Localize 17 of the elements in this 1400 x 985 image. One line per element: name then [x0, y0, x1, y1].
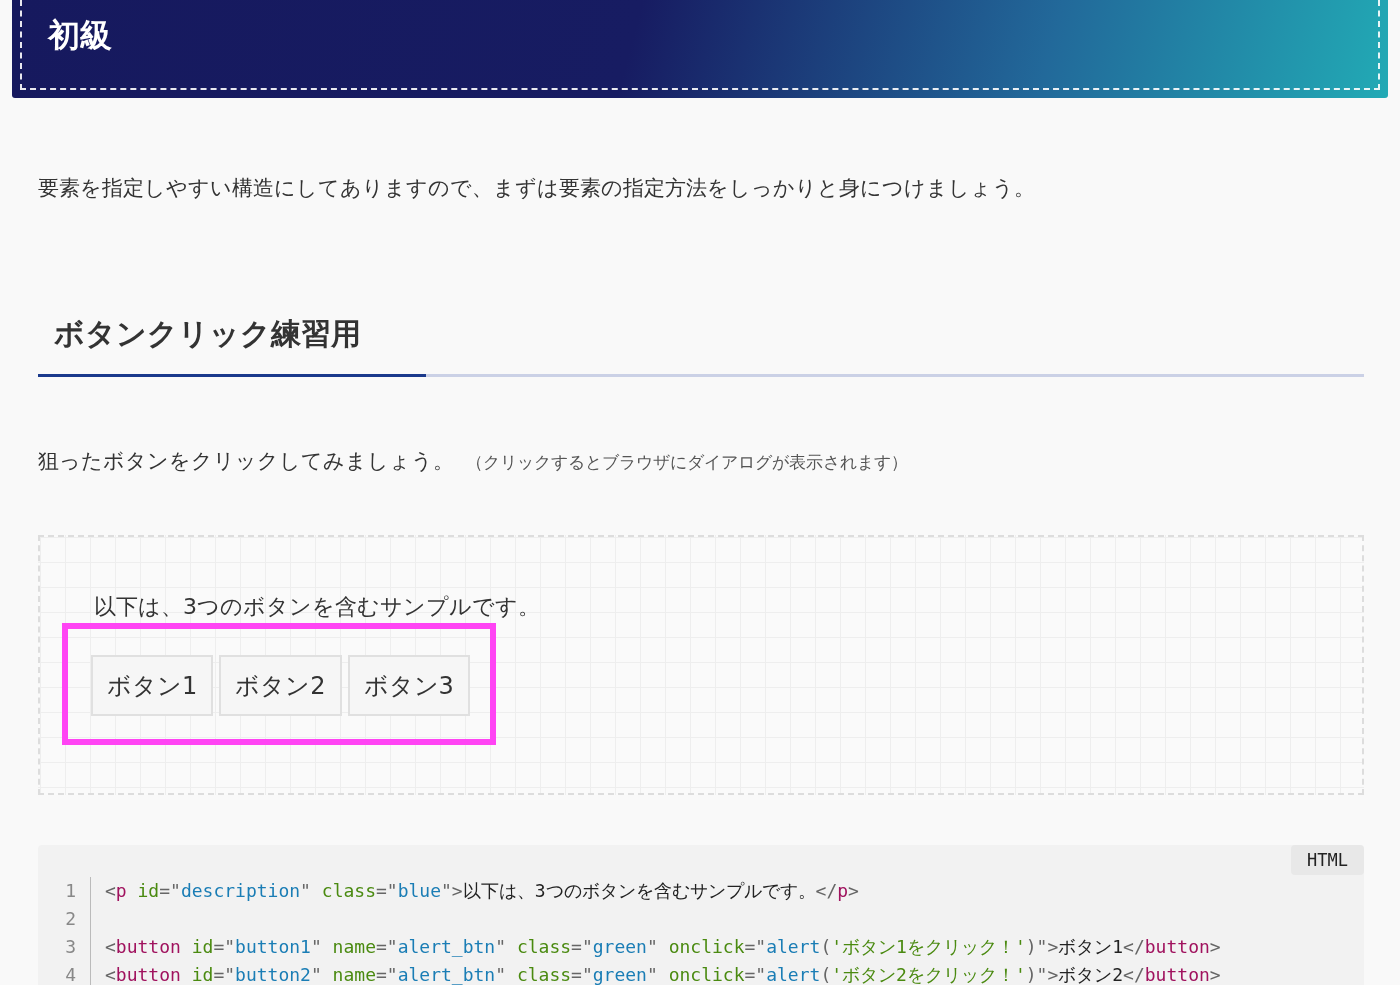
line-number: 3 [38, 933, 91, 961]
code-line: <button id="button2" name="alert_btn" class="green" onclick="alert('ボタン2をクリック！')">ボタン2</button> [105, 963, 1221, 985]
section-heading: ボタンクリック練習用 [54, 315, 362, 353]
sample-button[interactable]: ボタン1 [91, 655, 214, 716]
line-number: 2 [38, 905, 91, 933]
page-title: 初級 [20, 0, 1380, 90]
note-text: （クリックするとブラウザにダイアログが表示されます） [466, 452, 908, 474]
line-number: 1 [38, 877, 91, 905]
sample-button[interactable]: ボタン2 [219, 655, 342, 716]
description-text: 以下は、3つのボタンを含むサンプルです。 [94, 593, 541, 621]
language-label: HTML [1291, 845, 1364, 875]
intro-text: 要素を指定しやすい構造にしてありますので、まずは要素の指定方法をしっかりと身につけましょう。 [38, 175, 1036, 202]
sample-button[interactable]: ボタン3 [347, 655, 470, 716]
code-line: <button id="button1" name="alert_btn" class="green" onclick="alert('ボタン1をクリック！')">ボタン1</button> [105, 935, 1221, 959]
instruction-text: 狙ったボタンをクリックしてみましょう。 [38, 448, 454, 475]
code-line: <p id="description" class="blue">以下は、3つのボタンを含むサンプルです。</p> [105, 879, 859, 903]
line-number: 4 [38, 961, 91, 985]
